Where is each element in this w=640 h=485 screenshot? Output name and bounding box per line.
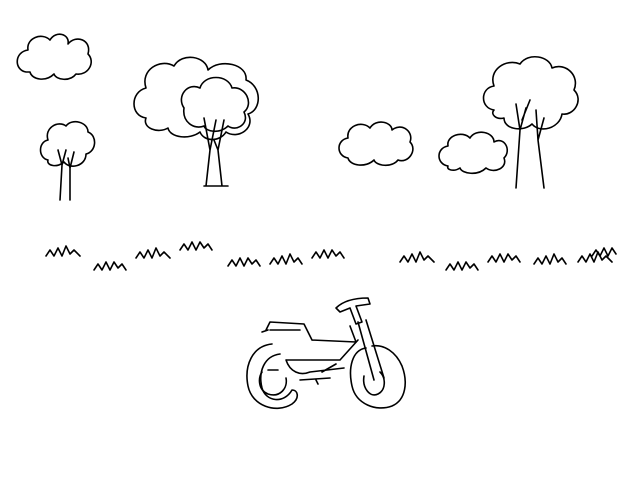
tree-large-center [133, 56, 260, 187]
grass-tuft [487, 253, 521, 263]
grass-tuft [445, 261, 479, 271]
cloud-top-left [16, 33, 92, 81]
grass-tuft [93, 261, 127, 271]
sketch-svg [16, 33, 617, 410]
grass-tuft [399, 251, 435, 263]
sketch-canvas [0, 0, 640, 480]
grass-tuft [135, 247, 171, 259]
tree-right [482, 56, 579, 189]
tree-small-left [39, 120, 96, 201]
front-wheel [349, 344, 406, 409]
cloud-right [438, 131, 509, 175]
grass-tuft [45, 245, 81, 257]
grass-tuft [591, 247, 617, 257]
cloud-middle [338, 121, 414, 167]
grass-tuft [269, 253, 303, 265]
motorcycle [246, 297, 406, 410]
grass-row [45, 241, 617, 271]
grass-tuft [533, 253, 567, 265]
grass-tuft [179, 241, 213, 251]
grass-tuft [227, 257, 261, 267]
rear-wheel [246, 343, 299, 410]
grass-tuft [311, 249, 345, 259]
